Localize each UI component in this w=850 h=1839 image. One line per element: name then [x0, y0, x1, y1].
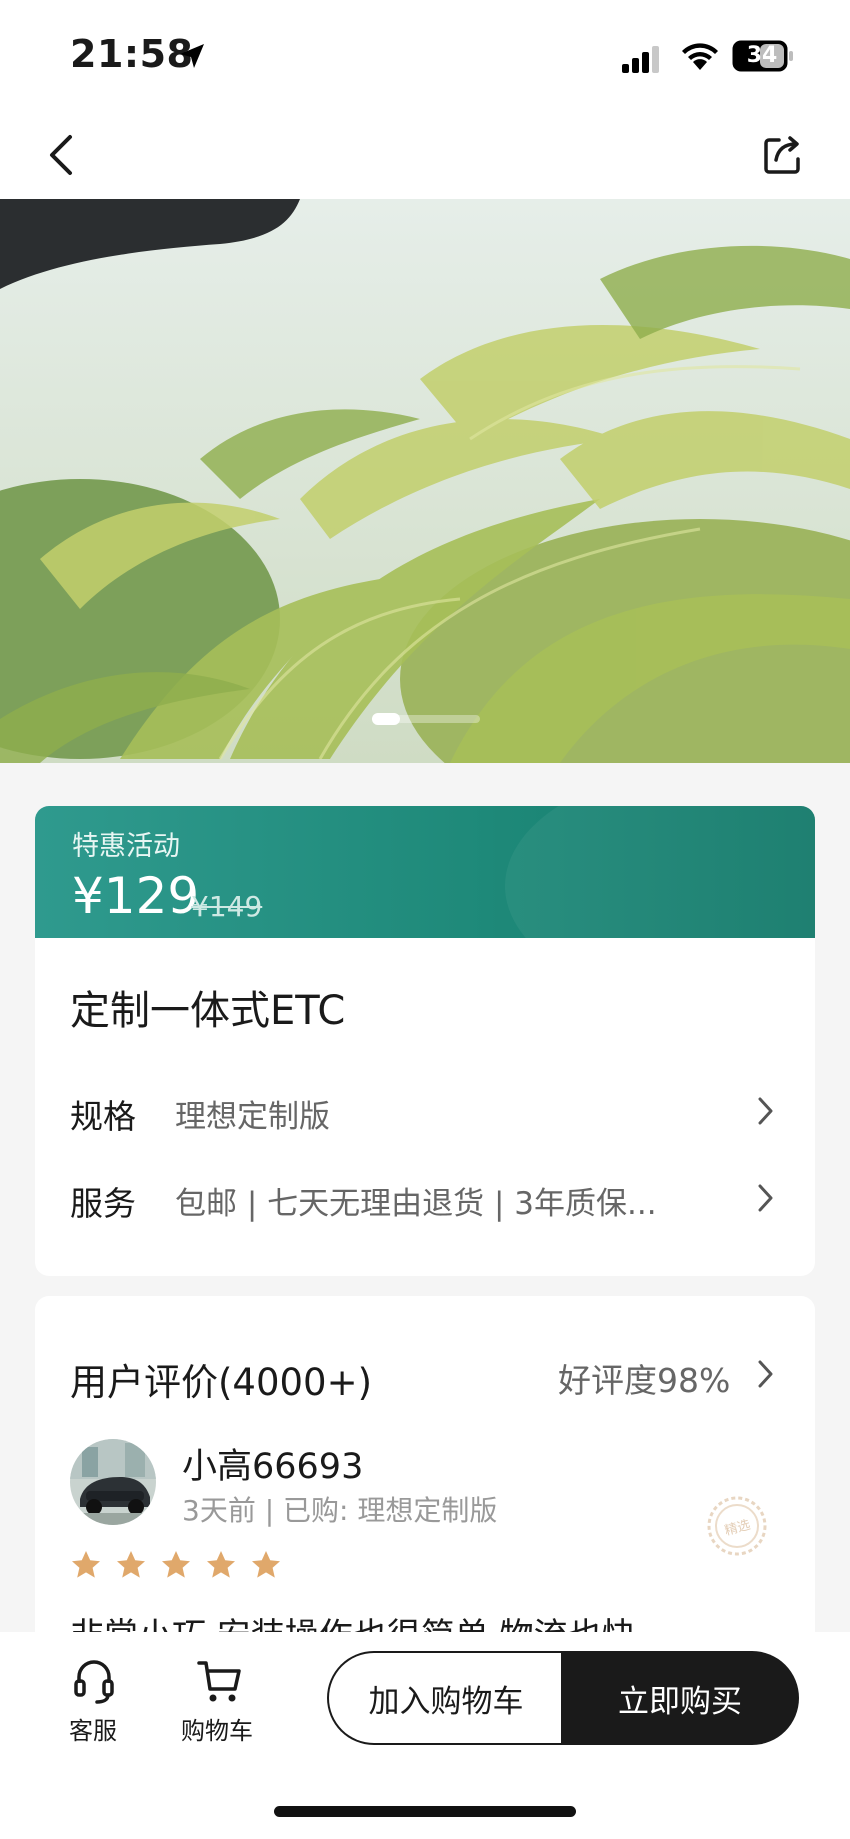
palm-trees-image: [0, 199, 850, 763]
promo-banner: 特惠活动 ¥129 ¥149: [35, 806, 815, 938]
star-icon: [162, 1551, 190, 1578]
star-icon: [207, 1551, 235, 1578]
battery-level: 34: [746, 43, 778, 68]
signal-icon: [622, 46, 659, 73]
location-arrow-icon: [180, 44, 204, 68]
positive-rating: 好评度98%: [558, 1361, 731, 1400]
review-stars: [70, 1549, 282, 1585]
chevron-right-icon: [758, 1184, 773, 1212]
reviews-card: 用户评价(4000+) 好评度98% 小高66693 3天前 | 已购: 理想定…: [35, 1296, 815, 1676]
chevron-right-icon: [758, 1097, 773, 1125]
carousel-indicator: [372, 713, 480, 725]
avatar[interactable]: [70, 1439, 156, 1525]
original-price: ¥149: [191, 890, 263, 923]
star-icon: [117, 1551, 145, 1578]
star-icon: [72, 1551, 100, 1578]
star-icon: [252, 1551, 280, 1578]
review-meta: 3天前 | 已购: 理想定制版: [182, 1494, 498, 1527]
share-button[interactable]: [752, 124, 814, 186]
status-bar: 21:58 34: [0, 0, 850, 110]
nav-bar: [0, 110, 850, 200]
chevron-left-icon: [50, 135, 72, 175]
svg-text:精选: 精选: [723, 1518, 752, 1539]
product-image-carousel[interactable]: [0, 199, 850, 763]
product-title: 定制一体式ETC: [70, 988, 346, 1034]
chevron-right-icon: [758, 1360, 773, 1388]
buy-now-button[interactable]: 立即购买: [561, 1651, 799, 1745]
service-value: 包邮 | 七天无理由退货 | 3年质保...: [175, 1186, 657, 1222]
reviews-title: 用户评价(4000+): [70, 1361, 373, 1404]
featured-seal-icon: 精选: [707, 1496, 767, 1556]
promo-price: ¥129: [72, 867, 200, 925]
carousel-active-dot: [372, 713, 400, 725]
spec-value: 理想定制版: [175, 1099, 330, 1135]
cart-icon: [197, 1661, 241, 1702]
share-icon: [764, 136, 800, 174]
headset-icon: [74, 1660, 114, 1704]
promo-label: 特惠活动: [72, 831, 180, 862]
add-to-cart-button[interactable]: 加入购物车: [327, 1651, 563, 1745]
cart-label: 购物车: [181, 1717, 253, 1745]
product-info-card: 定制一体式ETC 规格 理想定制版 服务 包邮 | 七天无理由退货 | 3年质保…: [35, 938, 815, 1276]
cart-button[interactable]: 购物车: [167, 1657, 267, 1747]
back-button[interactable]: [30, 124, 92, 186]
user-avatar-image: [70, 1439, 156, 1525]
customer-service-button[interactable]: 客服: [43, 1657, 143, 1747]
review-username: 小高66693: [182, 1447, 364, 1487]
spec-label: 规格: [70, 1097, 136, 1136]
status-time: 21:58: [70, 32, 194, 76]
customer-service-label: 客服: [69, 1717, 117, 1745]
wifi-icon: [682, 43, 718, 70]
home-indicator: [274, 1806, 576, 1817]
promo-decoration: [505, 806, 815, 938]
service-label: 服务: [70, 1184, 136, 1223]
